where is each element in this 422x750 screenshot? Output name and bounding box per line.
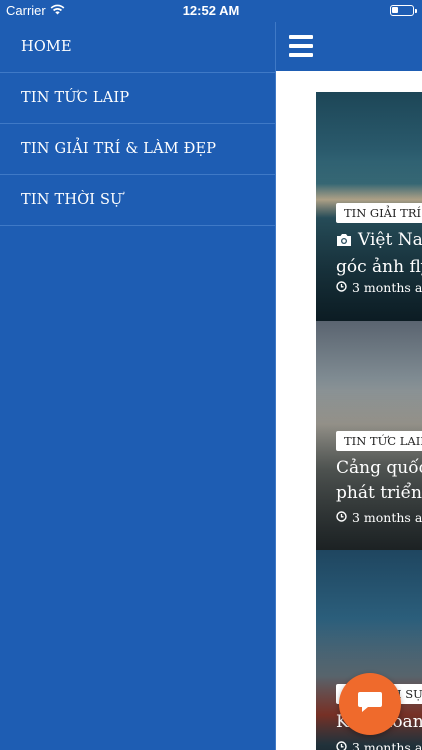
clock-time: 12:52 AM	[182, 3, 240, 18]
card-title[interactable]: Cảng quốc tế phát triển cảng	[336, 456, 422, 506]
menu-item-label: TIN TỨC LAIP	[21, 90, 130, 106]
battery-icon	[390, 5, 417, 16]
menu-item-label: TIN GIẢI TRÍ & LÀM ĐẸP	[21, 141, 217, 157]
post-time: 3 months ago	[336, 510, 422, 525]
menu-item-home[interactable]: HOME	[0, 22, 275, 73]
news-feed: TIN GIẢI TRÍ & LÀM ĐẸP Việt Nam góc ảnh …	[316, 92, 422, 750]
post-time: 3 months ago	[336, 740, 422, 750]
camera-icon	[336, 230, 352, 255]
status-bar: Carrier 12:52 AM	[0, 0, 422, 22]
card-title[interactable]: Việt Nam góc ảnh flycam	[336, 228, 422, 280]
main-content: TIN GIẢI TRÍ & LÀM ĐẸP Việt Nam góc ảnh …	[275, 22, 422, 750]
menu-item-tin-thoi-su[interactable]: TIN THỜI SỰ	[0, 175, 275, 226]
side-menu: HOME TIN TỨC LAIP TIN GIẢI TRÍ & LÀM ĐẸP…	[0, 22, 275, 750]
post-time: 3 months ago	[336, 280, 422, 295]
news-card[interactable]: TIN TỨC LAIP Cảng quốc tế phát triển cản…	[316, 321, 422, 550]
menu-item-label: HOME	[21, 39, 72, 55]
menu-item-label: TIN THỜI SỰ	[21, 192, 123, 208]
menu-item-tin-giai-tri[interactable]: TIN GIẢI TRÍ & LÀM ĐẸP	[0, 124, 275, 175]
clock-icon	[336, 280, 347, 295]
category-tag[interactable]: TIN TỨC LAIP	[336, 431, 422, 451]
hamburger-icon[interactable]	[289, 35, 313, 57]
clock-icon	[336, 510, 347, 525]
chat-bubble-icon	[357, 690, 383, 718]
clock-icon	[336, 740, 347, 750]
chat-button[interactable]	[339, 673, 401, 735]
news-card[interactable]: TIN GIẢI TRÍ & LÀM ĐẸP Việt Nam góc ảnh …	[316, 92, 422, 321]
menu-item-tin-tuc-laip[interactable]: TIN TỨC LAIP	[0, 73, 275, 124]
category-tag[interactable]: TIN GIẢI TRÍ & LÀM ĐẸP	[336, 203, 422, 223]
top-bar	[276, 22, 422, 71]
